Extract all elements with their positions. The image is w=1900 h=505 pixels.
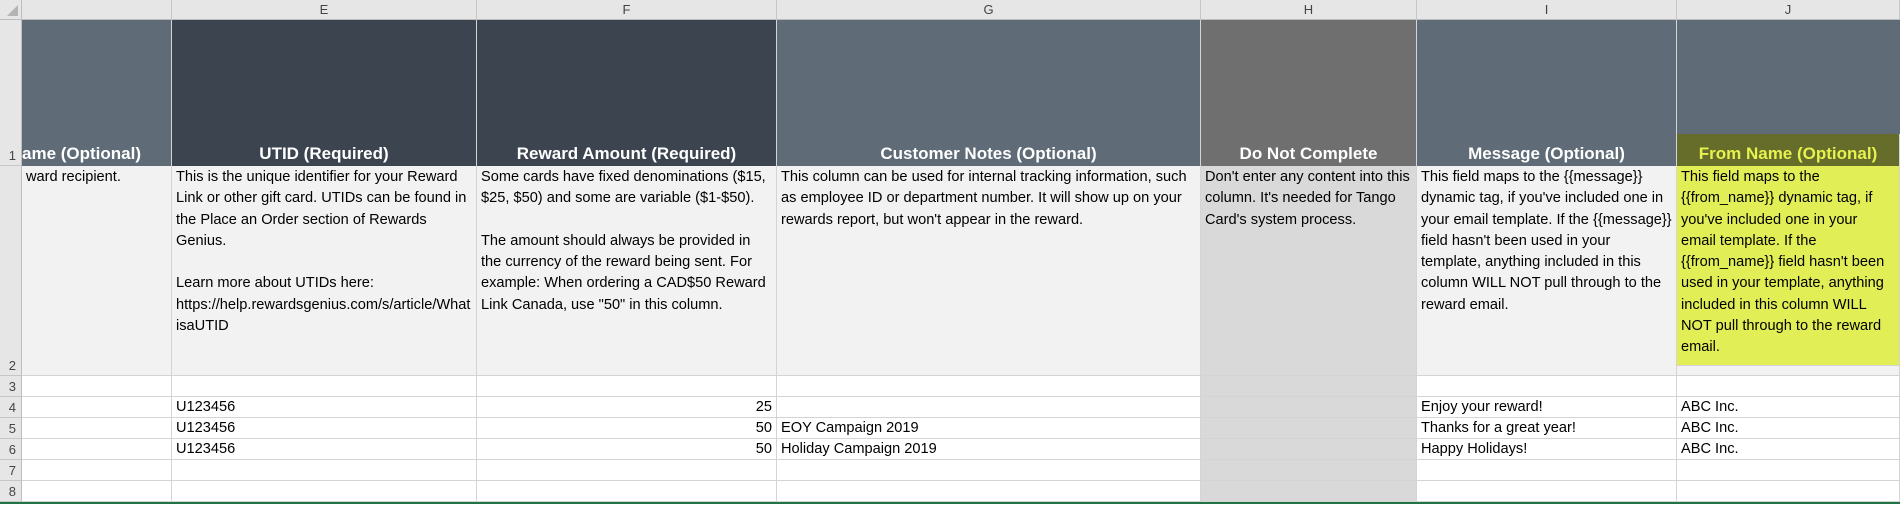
description-cell-utid[interactable]: This is the unique identifier for your R… xyxy=(172,166,477,376)
row-header-5[interactable]: 5 xyxy=(0,418,22,439)
grid-cell[interactable] xyxy=(1677,376,1900,397)
column-header-i[interactable]: I xyxy=(1417,0,1677,20)
customer-notes-cell[interactable]: EOY Campaign 2019 xyxy=(777,418,1201,439)
description-cell-from-name[interactable]: This field maps to the {{from_name}} dyn… xyxy=(1677,166,1900,366)
grid-cell-do-not-complete[interactable] xyxy=(1201,460,1417,481)
header-cell-utid[interactable]: UTID (Required) xyxy=(172,20,477,166)
select-all-triangle-icon xyxy=(7,5,18,16)
grid-cell-do-not-complete[interactable] xyxy=(1201,481,1417,502)
grid-cell[interactable] xyxy=(22,418,172,439)
grid-cell[interactable] xyxy=(22,376,172,397)
from-name-cell[interactable]: ABC Inc. xyxy=(1677,439,1900,460)
grid-cell[interactable] xyxy=(22,460,172,481)
header-cell-message[interactable]: Message (Optional) xyxy=(1417,20,1677,166)
column-header-e[interactable]: E xyxy=(172,0,477,20)
row-header-6[interactable]: 6 xyxy=(0,439,22,460)
reward-amount-cell[interactable]: 50 xyxy=(477,418,777,439)
spreadsheet-grid: E F G H I J 1 2 3 4 5 6 7 8 ame (Optiona… xyxy=(0,0,1900,505)
row-header-8[interactable]: 8 xyxy=(0,481,22,502)
grid-cell[interactable] xyxy=(22,397,172,418)
grid-cell[interactable] xyxy=(1677,481,1900,502)
grid-cell-do-not-complete[interactable] xyxy=(1201,397,1417,418)
message-cell[interactable]: Thanks for a great year! xyxy=(1417,418,1677,439)
grid-cell[interactable] xyxy=(172,460,477,481)
utid-cell[interactable]: U123456 xyxy=(172,418,477,439)
header-cell-recipient-name[interactable]: ame (Optional) xyxy=(22,20,172,166)
grid-cell[interactable] xyxy=(777,481,1201,502)
row-header-3[interactable]: 3 xyxy=(0,376,22,397)
customer-notes-cell[interactable] xyxy=(777,397,1201,418)
row-header-4[interactable]: 4 xyxy=(0,397,22,418)
grid-cell[interactable] xyxy=(477,481,777,502)
grid-cell[interactable] xyxy=(1417,460,1677,481)
grid-cell[interactable] xyxy=(1417,376,1677,397)
description-cell-recipient-name[interactable]: ward recipient. xyxy=(22,166,172,376)
row-header-1[interactable]: 1 xyxy=(0,20,22,166)
grid-cell-do-not-complete[interactable] xyxy=(1201,376,1417,397)
column-header-g[interactable]: G xyxy=(777,0,1201,20)
description-cell-message[interactable]: This field maps to the {{message}} dynam… xyxy=(1417,166,1677,376)
reward-amount-cell[interactable]: 50 xyxy=(477,439,777,460)
grid-cell[interactable] xyxy=(477,376,777,397)
sheet-bottom-border xyxy=(0,502,1900,504)
row-header-7[interactable]: 7 xyxy=(0,460,22,481)
grid-cell[interactable] xyxy=(172,481,477,502)
description-cell-do-not-complete[interactable]: Don't enter any content into this column… xyxy=(1201,166,1417,376)
reward-amount-cell[interactable]: 25 xyxy=(477,397,777,418)
from-name-cell[interactable]: ABC Inc. xyxy=(1677,397,1900,418)
grid-cell[interactable] xyxy=(1677,460,1900,481)
grid-cell[interactable] xyxy=(172,376,477,397)
header-cell-customer-notes[interactable]: Customer Notes (Optional) xyxy=(777,20,1201,166)
grid-cell[interactable] xyxy=(777,376,1201,397)
description-cell-reward-amount[interactable]: Some cards have fixed denominations ($15… xyxy=(477,166,777,376)
grid-cell[interactable] xyxy=(22,439,172,460)
grid-cell-do-not-complete[interactable] xyxy=(1201,418,1417,439)
header-cell-do-not-complete[interactable]: Do Not Complete xyxy=(1201,20,1417,166)
grid-cell[interactable] xyxy=(777,460,1201,481)
row-header-2[interactable]: 2 xyxy=(0,166,22,376)
column-header-j[interactable]: J xyxy=(1677,0,1900,20)
grid-cell-do-not-complete[interactable] xyxy=(1201,439,1417,460)
column-header-h[interactable]: H xyxy=(1201,0,1417,20)
from-name-cell[interactable]: ABC Inc. xyxy=(1677,418,1900,439)
grid-cell[interactable] xyxy=(22,481,172,502)
grid-cell[interactable] xyxy=(1417,481,1677,502)
message-cell[interactable]: Happy Holidays! xyxy=(1417,439,1677,460)
column-header-f[interactable]: F xyxy=(477,0,777,20)
utid-cell[interactable]: U123456 xyxy=(172,439,477,460)
header-cell-from-name[interactable]: From Name (Optional) xyxy=(1677,134,1900,166)
customer-notes-cell[interactable]: Holiday Campaign 2019 xyxy=(777,439,1201,460)
select-all-corner[interactable] xyxy=(0,0,22,20)
utid-cell[interactable]: U123456 xyxy=(172,397,477,418)
message-cell[interactable]: Enjoy your reward! xyxy=(1417,397,1677,418)
header-cell-reward-amount[interactable]: Reward Amount (Required) xyxy=(477,20,777,166)
column-header-d[interactable] xyxy=(22,0,172,20)
description-cell-customer-notes[interactable]: This column can be used for internal tra… xyxy=(777,166,1201,376)
grid-cell[interactable] xyxy=(477,460,777,481)
